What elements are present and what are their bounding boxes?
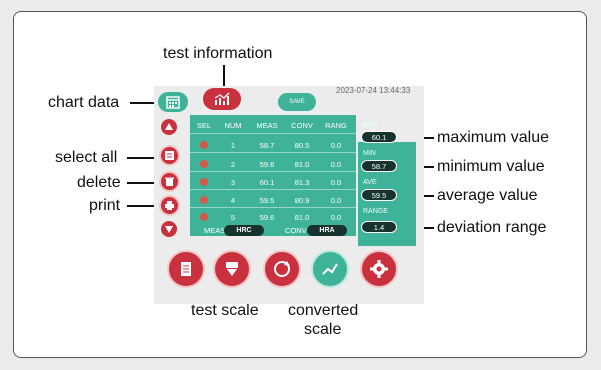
callout-chart-data: chart data bbox=[48, 94, 120, 111]
auto-button[interactable] bbox=[263, 250, 301, 288]
table-cell: 2 bbox=[230, 160, 236, 169]
ave-label: AVE bbox=[363, 179, 377, 186]
converted-scale-selector[interactable]: HRA bbox=[307, 225, 347, 236]
scroll-down-button[interactable] bbox=[161, 221, 177, 237]
table-header: SEL bbox=[196, 121, 212, 130]
table-cell: 1 bbox=[230, 141, 236, 150]
checklist-icon bbox=[165, 151, 174, 160]
test-information-button[interactable] bbox=[203, 88, 241, 110]
table-header: NUM bbox=[224, 121, 242, 130]
table-cell: 60.1 bbox=[259, 178, 275, 187]
callout-test-scale: test scale bbox=[191, 302, 259, 319]
table-cell: 5 bbox=[230, 213, 236, 222]
print-button[interactable] bbox=[159, 195, 180, 216]
gear-icon bbox=[370, 260, 388, 278]
table-cell: 59.5 bbox=[259, 196, 275, 205]
max-label: MAX bbox=[363, 122, 379, 129]
save-label: SAVE bbox=[289, 99, 305, 105]
table-cell: 80.5 bbox=[294, 141, 310, 150]
table-header: MEAS bbox=[256, 121, 278, 130]
chart-button[interactable] bbox=[311, 250, 349, 288]
callout-print: print bbox=[89, 197, 121, 214]
row-divider bbox=[190, 171, 356, 172]
leader-line bbox=[223, 65, 225, 87]
triangle-down-icon bbox=[165, 226, 173, 233]
row-divider bbox=[190, 207, 356, 208]
printer-icon bbox=[165, 201, 174, 210]
table-cell: 0.0 bbox=[330, 160, 342, 169]
data-table bbox=[190, 115, 356, 225]
min-value: 58.7 bbox=[361, 160, 397, 172]
table-cell: 81.3 bbox=[294, 178, 310, 187]
row-select-icon[interactable] bbox=[200, 213, 208, 221]
table-cell: 3 bbox=[230, 178, 236, 187]
conv-label: CONV bbox=[285, 226, 307, 235]
max-value: 60.1 bbox=[361, 131, 397, 143]
calendar-grid-icon bbox=[166, 96, 180, 109]
scroll-up-button[interactable] bbox=[161, 119, 177, 135]
callout-converted-scale: converted bbox=[288, 302, 359, 319]
document-button[interactable] bbox=[167, 250, 205, 288]
table-cell: 81.0 bbox=[294, 160, 310, 169]
callout-minimum-value: minimum value bbox=[437, 158, 545, 175]
ave-value: 59.5 bbox=[361, 189, 397, 201]
table-cell: 58.7 bbox=[259, 141, 275, 150]
settings-button[interactable] bbox=[360, 250, 398, 288]
callout-test-information: test information bbox=[163, 45, 273, 62]
row-divider bbox=[190, 189, 356, 190]
table-cell: 80.9 bbox=[294, 196, 310, 205]
table-cell: 0.0 bbox=[330, 178, 342, 187]
table-cell: 81.0 bbox=[294, 213, 310, 222]
range-label: RANGE bbox=[363, 208, 388, 215]
table-cell: 4 bbox=[230, 196, 236, 205]
table-header: RANG bbox=[325, 121, 347, 130]
run-download-icon bbox=[226, 262, 238, 276]
callout-converted-scale-2: scale bbox=[304, 321, 342, 338]
table-cell: 59.6 bbox=[259, 160, 275, 169]
trend-chart-icon bbox=[214, 92, 230, 105]
table-cell: 0.0 bbox=[330, 213, 342, 222]
delete-button[interactable] bbox=[159, 171, 180, 192]
row-select-icon[interactable] bbox=[200, 160, 208, 168]
callout-average-value: average value bbox=[437, 187, 538, 204]
callout-maximum-value: maximum value bbox=[437, 129, 550, 146]
run-download-button[interactable] bbox=[213, 250, 251, 288]
meas-label: MEAS bbox=[204, 226, 226, 235]
auto-icon bbox=[274, 261, 290, 277]
row-divider bbox=[190, 133, 356, 134]
callout-select-all: select all bbox=[55, 149, 118, 166]
min-label: MIN bbox=[363, 150, 376, 157]
test-scale-selector[interactable]: HRC bbox=[224, 225, 264, 236]
callout-delete: delete bbox=[77, 174, 121, 191]
row-select-icon[interactable] bbox=[200, 141, 208, 149]
save-button[interactable]: SAVE bbox=[278, 93, 316, 111]
document-icon bbox=[181, 262, 191, 276]
row-select-icon[interactable] bbox=[200, 196, 208, 204]
callout-deviation-range: deviation range bbox=[437, 219, 547, 236]
triangle-up-icon bbox=[165, 123, 173, 130]
row-divider bbox=[190, 152, 356, 153]
range-value: 1.4 bbox=[361, 221, 397, 233]
chart-icon bbox=[322, 263, 338, 275]
table-cell: 59.6 bbox=[259, 213, 275, 222]
trash-icon bbox=[165, 177, 174, 186]
select-all-button[interactable] bbox=[159, 145, 180, 166]
row-select-icon[interactable] bbox=[200, 178, 208, 186]
table-cell: 0.0 bbox=[330, 196, 342, 205]
table-header: CONV bbox=[291, 121, 313, 130]
chart-data-button[interactable] bbox=[158, 92, 188, 112]
table-cell: 0.0 bbox=[330, 141, 342, 150]
timestamp: 2023-07-24 13:44:33 bbox=[336, 86, 411, 95]
